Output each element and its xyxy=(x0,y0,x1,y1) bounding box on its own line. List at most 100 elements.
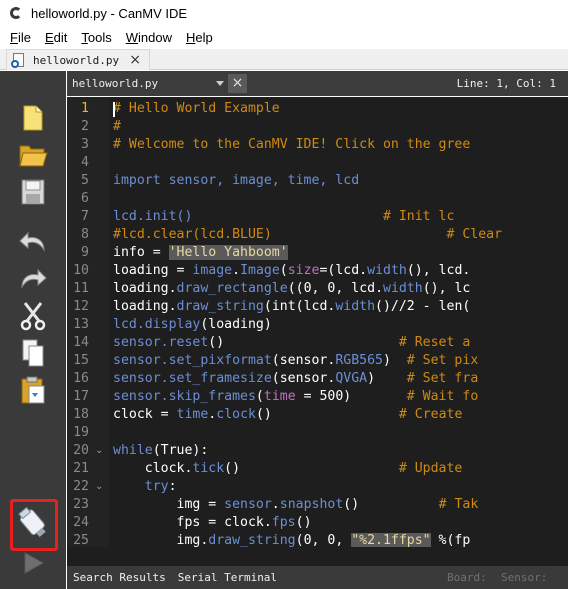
menu-bar: File Edit Tools Window Help xyxy=(0,27,568,48)
code-line: lcd.init() # Init lc xyxy=(113,208,454,226)
code-line: clock.tick() # Update xyxy=(113,460,463,478)
status-bar: Search Results Serial Terminal Board: Se… xyxy=(67,566,568,589)
menu-label-rest: ile xyxy=(17,30,31,45)
menu-edit[interactable]: Edit xyxy=(39,30,73,45)
close-document-button[interactable]: × xyxy=(228,74,247,93)
line-number: 19 xyxy=(73,425,89,440)
code-token: sensor. xyxy=(113,371,169,386)
line-number: 20 xyxy=(73,443,89,458)
python-file-icon xyxy=(11,52,25,68)
line-number: 8 xyxy=(81,227,89,242)
chevron-down-icon xyxy=(216,81,224,86)
document-selector[interactable]: helloworld.py xyxy=(67,71,227,96)
code-editor[interactable]: 1 2 3 4 5 6 7 8 9 10 11 12 13 14 15 16 17 18 19 20 ⌄ 21 22 ⌄ 23 2… xyxy=(67,97,568,547)
line-number: 7 xyxy=(81,209,89,224)
text-cursor xyxy=(113,102,115,117)
redo-icon[interactable] xyxy=(14,261,52,297)
code-token: 'Hello Yahboom' xyxy=(168,245,288,260)
code-line: # Hello World Example xyxy=(113,100,280,118)
code-token: width xyxy=(335,299,376,314)
code-token: ( xyxy=(255,389,264,404)
menu-mnemonic: W xyxy=(125,30,139,45)
code-token: . xyxy=(232,263,241,278)
line-number: 21 xyxy=(73,461,89,476)
code-token: () xyxy=(343,497,439,512)
code-line: img = sensor.snapshot() # Tak xyxy=(113,496,479,514)
code-line: loading.draw_rectangle((0, 0, lcd.width(… xyxy=(113,280,470,298)
menu-tools[interactable]: Tools xyxy=(75,30,117,45)
save-icon[interactable] xyxy=(14,174,52,210)
connect-icon[interactable] xyxy=(14,505,52,541)
menu-help[interactable]: Help xyxy=(180,30,219,45)
code-token: image xyxy=(192,263,233,278)
menu-window[interactable]: Window xyxy=(120,30,178,45)
serial-terminal-tab[interactable]: Serial Terminal xyxy=(178,571,277,584)
menu-mnemonic: H xyxy=(185,30,196,45)
line-number: 10 xyxy=(73,263,89,278)
code-line: #lcd.clear(lcd.BLUE) # Clear xyxy=(113,226,502,244)
title-bar: helloworld.py - CanMV IDE xyxy=(0,0,568,26)
code-token: draw_string xyxy=(208,533,296,547)
code-token: # Hello World Example xyxy=(113,101,280,116)
undo-icon[interactable] xyxy=(14,224,52,260)
code-token: # Reset a xyxy=(398,335,471,350)
code-line: # Welcome to the CanMV IDE! Click on the… xyxy=(113,136,470,154)
run-icon[interactable] xyxy=(14,545,52,581)
code-token: set_pixformat xyxy=(168,353,272,368)
code-token: lcd.init xyxy=(113,209,177,224)
line-number: 13 xyxy=(73,317,89,332)
line-number: 1 xyxy=(81,101,89,116)
code-token: # Update xyxy=(398,461,463,476)
code-token: # Set fra xyxy=(406,371,479,386)
line-number-gutter: 1 2 3 4 5 6 7 8 9 10 11 12 13 14 15 16 17 18 19 20 ⌄ 21 22 ⌄ 23 2… xyxy=(67,97,109,547)
code-token: draw_string xyxy=(176,299,264,314)
paste-icon[interactable] xyxy=(14,372,52,408)
code-line: sensor.set_pixformat(sensor.RGB565) # Se… xyxy=(113,352,478,370)
code-token: # Welcome to the CanMV IDE! Click on the… xyxy=(113,137,471,152)
open-folder-icon[interactable] xyxy=(14,136,52,172)
code-token: sensor xyxy=(224,497,272,512)
code-token: ()//2 - len( xyxy=(375,299,471,314)
document-selector-label: helloworld.py xyxy=(72,77,159,90)
code-token: = 500) xyxy=(295,389,407,404)
code-token: display xyxy=(144,317,201,332)
code-token: loading. xyxy=(113,281,177,296)
fold-arrow-icon[interactable]: ⌄ xyxy=(95,442,105,460)
line-number: 25 xyxy=(73,533,89,547)
close-tab-button[interactable]: × xyxy=(129,52,141,68)
code-token: . xyxy=(271,497,280,512)
canmv-app-icon xyxy=(9,6,23,20)
code-token: () xyxy=(295,515,312,530)
new-file-icon[interactable] xyxy=(14,100,52,136)
code-token: img. xyxy=(113,533,209,547)
line-number: 22 xyxy=(73,479,89,494)
code-token: img = xyxy=(113,497,225,512)
code-token: %(fp xyxy=(430,533,471,547)
fold-arrow-icon[interactable]: ⌄ xyxy=(95,478,105,496)
code-token: # Tak xyxy=(438,497,479,512)
cut-icon[interactable] xyxy=(14,298,52,334)
menu-label-rest: elp xyxy=(195,30,213,45)
code-token: (sensor. xyxy=(271,371,336,386)
line-number: 14 xyxy=(73,335,89,350)
code-line: img.draw_string(0, 0, "%2.1ffps" %(fp xyxy=(113,532,470,547)
file-tab-bar: helloworld.py × xyxy=(0,49,568,70)
search-results-tab[interactable]: Search Results xyxy=(73,571,166,584)
menu-label-rest: dit xyxy=(53,30,68,45)
file-tab-helloworld[interactable]: helloworld.py × xyxy=(6,49,150,70)
code-token: 0 xyxy=(303,281,312,296)
copy-icon[interactable] xyxy=(14,335,52,371)
code-line: # xyxy=(113,118,121,136)
menu-file[interactable]: File xyxy=(4,30,37,45)
code-token: QVGA xyxy=(335,371,368,386)
code-token: try xyxy=(144,479,169,494)
line-number: 15 xyxy=(73,353,89,368)
line-number: 23 xyxy=(73,497,89,512)
code-token: #lcd.clear(lcd.BLUE) xyxy=(113,227,272,242)
code-token: sensor, image, time, lcd xyxy=(160,173,360,188)
code-token: , xyxy=(311,281,328,296)
editor-scroll-strip xyxy=(67,547,568,566)
